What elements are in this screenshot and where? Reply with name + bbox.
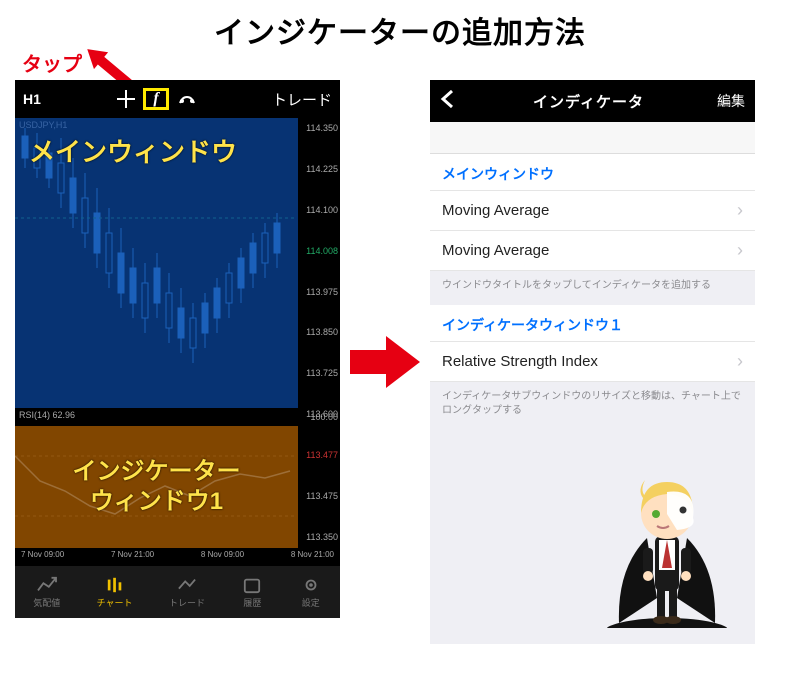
chart-icon	[104, 576, 126, 594]
indicator-row[interactable]: Relative Strength Index ›	[430, 342, 755, 382]
objects-icon[interactable]	[177, 89, 197, 109]
gear-icon	[300, 576, 322, 594]
quotes-icon	[36, 576, 58, 594]
tab-history[interactable]: 履歴	[241, 576, 263, 609]
chevron-right-icon: ›	[737, 240, 743, 261]
indicators-topbar: インディケータ 編集	[430, 80, 755, 122]
chart-y-axis: 114.350114.225 114.100114.008 113.975113…	[298, 118, 340, 548]
indicators-title: インディケータ	[460, 91, 717, 112]
flow-arrow-icon	[340, 332, 430, 392]
timeframe-label[interactable]: H1	[23, 91, 57, 107]
indicator-window-overlay: インジケーター ウィンドウ1	[15, 426, 298, 548]
history-icon	[241, 576, 263, 594]
edit-button[interactable]: 編集	[717, 91, 745, 111]
indicator-row-label: Moving Average	[442, 242, 549, 259]
tab-trade[interactable]: トレード	[169, 576, 205, 609]
rsi-label: RSI(14) 62.96	[15, 408, 298, 426]
crosshair-icon[interactable]	[117, 90, 135, 108]
indicator-row-label: Moving Average	[442, 202, 549, 219]
main-window-label: メインウィンドウ	[29, 132, 237, 169]
indicator-row-label: Relative Strength Index	[442, 353, 598, 370]
chevron-right-icon: ›	[737, 351, 743, 372]
chart-x-axis: 7 Nov 09:007 Nov 21:00 8 Nov 09:008 Nov …	[15, 548, 340, 566]
indicator-row[interactable]: Moving Average ›	[430, 231, 755, 271]
section-indicator-window-1[interactable]: インディケータウィンドウ１	[430, 305, 755, 342]
tab-quotes[interactable]: 気配値	[33, 576, 60, 609]
main-window-overlay: メインウィンドウ	[15, 118, 298, 408]
hint-text: インディケータサブウィンドウのリサイズと移動は、チャート上でロングタップする	[430, 382, 755, 430]
hint-text: ウインドウタイトルをタップしてインディケータを追加する	[430, 271, 755, 305]
back-button[interactable]	[440, 89, 460, 114]
chart-topbar: H1 f トレード	[15, 80, 340, 118]
indicator-window-label: インジケーター ウィンドウ1	[73, 457, 241, 517]
indicators-screen: インディケータ 編集 メインウィンドウ Moving Average › Mov…	[430, 80, 755, 644]
chart-screen: H1 f トレード USDJPY,H1	[15, 80, 340, 618]
chevron-left-icon	[440, 89, 454, 109]
bottom-tabbar: 気配値 チャート トレード 履歴 設定	[15, 566, 340, 618]
indicator-row[interactable]: Moving Average ›	[430, 191, 755, 231]
trade-button[interactable]: トレード	[272, 89, 332, 110]
trade-icon	[176, 576, 198, 594]
tap-callout: タップ	[22, 48, 82, 77]
section-main-window[interactable]: メインウィンドウ	[430, 154, 755, 191]
indicators-fx-button[interactable]: f	[143, 88, 169, 110]
chevron-right-icon: ›	[737, 200, 743, 221]
chart-area[interactable]: USDJPY,H1	[15, 118, 340, 548]
page-title: インジケーターの追加方法	[0, 0, 800, 52]
spacer-strip	[430, 122, 755, 154]
tab-settings[interactable]: 設定	[300, 576, 322, 609]
mascot-character	[607, 468, 727, 628]
tab-chart[interactable]: チャート	[97, 576, 133, 609]
